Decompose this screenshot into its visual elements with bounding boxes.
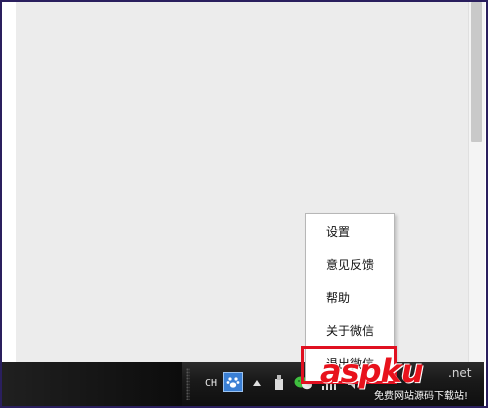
- taskbar-buttons-area: [2, 362, 182, 406]
- watermark: aspku .net 免费网站源码下载站!: [320, 352, 480, 406]
- language-indicator[interactable]: CH: [201, 375, 221, 391]
- menu-item-feedback[interactable]: 意见反馈: [306, 249, 394, 281]
- tray-grip[interactable]: [186, 368, 190, 400]
- vertical-scrollbar[interactable]: [468, 2, 485, 362]
- menu-item-about-wechat[interactable]: 关于微信: [306, 315, 394, 347]
- scrollbar-thumb[interactable]: [471, 2, 482, 142]
- usb-clip-icon[interactable]: [272, 374, 286, 392]
- left-panel: [2, 2, 16, 362]
- watermark-logo: aspku: [320, 352, 424, 390]
- menu-item-help[interactable]: 帮助: [306, 282, 394, 314]
- watermark-suffix: .net: [448, 366, 472, 380]
- show-hidden-icons-arrow[interactable]: [250, 375, 264, 391]
- app-content-area: [16, 2, 468, 362]
- baidu-paw-icon[interactable]: [223, 372, 243, 392]
- watermark-tagline: 免费网站源码下载站!: [374, 391, 469, 402]
- menu-item-settings[interactable]: 设置: [306, 216, 394, 248]
